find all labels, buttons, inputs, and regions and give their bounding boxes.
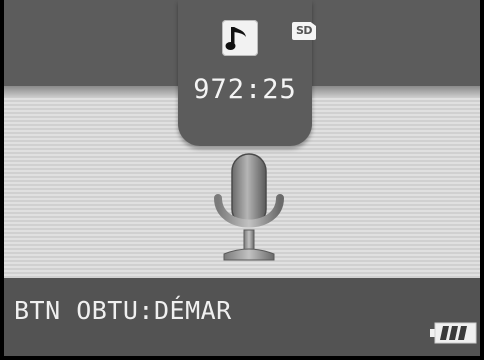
battery-icon [430, 322, 478, 344]
recording-time-remaining: 972:25 [193, 74, 297, 105]
voice-recording-screen: SD 972:25 BTN OBTU:DÉMAR [0, 0, 484, 360]
music-note-icon [222, 20, 258, 56]
microphone-icon [204, 150, 294, 270]
sd-card-label: SD [295, 24, 313, 37]
shutter-button-hint: BTN OBTU:DÉMAR [14, 296, 232, 325]
sd-card-icon: SD [292, 22, 316, 40]
